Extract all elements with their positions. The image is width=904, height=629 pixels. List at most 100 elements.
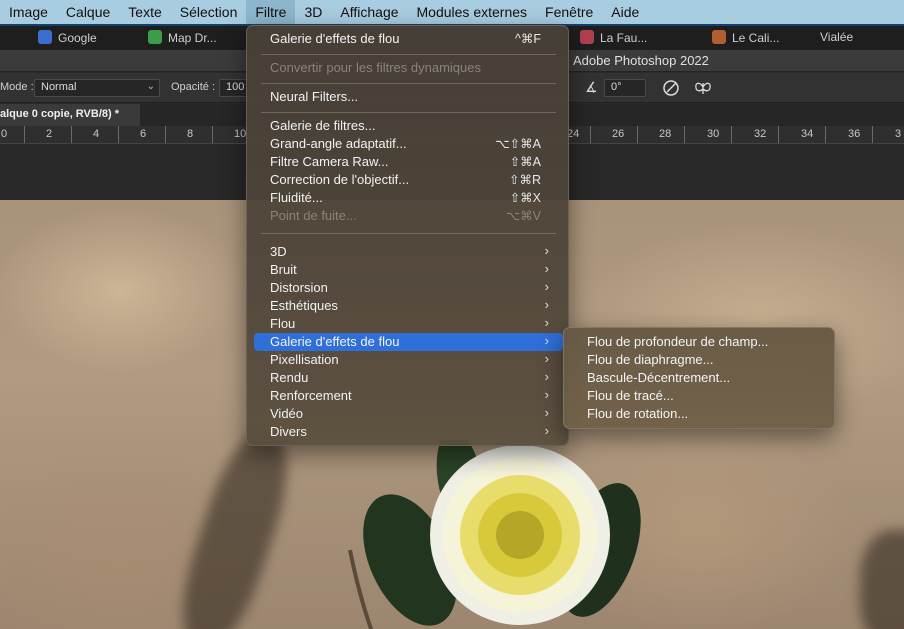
- tab-vialee[interactable]: Vialée: [820, 30, 853, 44]
- tab-map[interactable]: Map Dr...: [148, 30, 217, 45]
- submenu-item-label: Flou de diaphragme...: [587, 352, 714, 367]
- mode-label: Mode :: [0, 81, 34, 93]
- menu-item-shortcut: ⇧⌘R: [508, 173, 541, 187]
- menu-item-video[interactable]: Vidéo ›: [254, 405, 563, 423]
- ruler-tick: 8: [187, 128, 194, 140]
- submenu-item-flou-rotation[interactable]: Flou de rotation...: [572, 405, 828, 423]
- menu-item-neural-filters[interactable]: Neural Filters...: [254, 88, 563, 106]
- menu-item-galerie-effets-flou-last[interactable]: Galerie d'effets de flou ^⌘F: [254, 30, 563, 48]
- menu-item-camera-raw[interactable]: Filtre Camera Raw... ⇧⌘A: [254, 153, 563, 171]
- ruler-tick: 3: [895, 128, 902, 140]
- ruler-tick: 26: [612, 128, 625, 140]
- chevron-right-icon: ›: [544, 405, 549, 420]
- submenu-item-flou-profondeur-champ[interactable]: Flou de profondeur de champ...: [572, 333, 828, 351]
- butterfly-icon[interactable]: [693, 78, 713, 98]
- tab-le-cali[interactable]: Le Cali...: [712, 30, 779, 45]
- menu-filtre[interactable]: Filtre: [246, 0, 296, 24]
- submenu-item-bascule-decentrement[interactable]: Bascule-Décentrement...: [572, 369, 828, 387]
- menu-bar: Image Calque Texte Sélection Filtre 3D A…: [0, 0, 904, 24]
- menu-item-label: Point de fuite...: [270, 208, 357, 223]
- menu-item-label: Flou: [270, 316, 296, 331]
- chevron-right-icon: ›: [544, 261, 549, 276]
- submenu-item-label: Flou de profondeur de champ...: [587, 334, 769, 349]
- menu-item-label: Pixellisation: [270, 352, 339, 367]
- document-tab[interactable]: alque 0 copie, RVB/8) *: [0, 104, 140, 126]
- menu-item-pixellisation[interactable]: Pixellisation ›: [254, 351, 563, 369]
- menu-item-esthetiques[interactable]: Esthétiques ›: [254, 297, 563, 315]
- menu-item-shortcut: ⇧⌘A: [509, 155, 541, 169]
- menu-item-fluidite[interactable]: Fluidité... ⇧⌘X: [254, 189, 563, 207]
- menu-item-label: Esthétiques: [270, 298, 338, 313]
- menu-item-label: Galerie de filtres...: [270, 118, 376, 133]
- target-icon[interactable]: [661, 78, 681, 98]
- menu-item-label: Bruit: [270, 262, 297, 277]
- menu-item-flou[interactable]: Flou ›: [254, 315, 563, 333]
- tab-la-fau[interactable]: La Fau...: [580, 30, 647, 45]
- menu-item-label: 3D: [270, 244, 287, 259]
- ruler-tick: 2: [46, 128, 53, 140]
- galerie-effets-flou-submenu: Flou de profondeur de champ... Flou de d…: [563, 327, 835, 429]
- submenu-item-flou-diaphragme[interactable]: Flou de diaphragme...: [572, 351, 828, 369]
- tab-label: Google: [58, 31, 97, 45]
- menu-image[interactable]: Image: [0, 0, 57, 24]
- menu-item-label: Grand-angle adaptatif...: [270, 136, 407, 151]
- ruler-tick: 6: [140, 128, 147, 140]
- menu-item-distorsion[interactable]: Distorsion ›: [254, 279, 563, 297]
- menu-item-label: Galerie d'effets de flou: [270, 334, 400, 349]
- menu-fenetre[interactable]: Fenêtre: [536, 0, 602, 24]
- mode-value: Normal: [41, 81, 77, 93]
- menu-calque[interactable]: Calque: [57, 0, 119, 24]
- submenu-item-label: Flou de rotation...: [587, 406, 689, 421]
- site-icon: [712, 30, 726, 44]
- tab-label: La Fau...: [600, 31, 648, 45]
- menu-item-convertir-filtres-dynamiques: Convertir pour les filtres dynamiques: [254, 59, 563, 77]
- menu-item-label: Renforcement: [270, 388, 352, 403]
- menu-aide[interactable]: Aide: [602, 0, 648, 24]
- submenu-item-flou-trace[interactable]: Flou de tracé...: [572, 387, 828, 405]
- menu-item-correction-objectif[interactable]: Correction de l'objectif... ⇧⌘R: [254, 171, 563, 189]
- menu-item-label: Neural Filters...: [270, 89, 359, 104]
- angle-field[interactable]: 0°: [604, 79, 646, 97]
- chevron-right-icon: ›: [544, 297, 549, 312]
- menu-item-shortcut: ^⌘F: [514, 32, 541, 46]
- menu-item-grand-angle[interactable]: Grand-angle adaptatif... ⌥⇧⌘A: [254, 135, 563, 153]
- menu-item-divers[interactable]: Divers ›: [254, 423, 563, 441]
- chevron-right-icon: ›: [544, 279, 549, 294]
- menu-selection[interactable]: Sélection: [171, 0, 247, 24]
- site-icon: [580, 30, 594, 44]
- mode-select[interactable]: Normal ⌄: [34, 79, 160, 97]
- menu-item-bruit[interactable]: Bruit ›: [254, 261, 563, 279]
- menu-item-label: Filtre Camera Raw...: [270, 154, 389, 169]
- tab-label: Le Cali...: [732, 31, 780, 45]
- ruler-tick: 32: [754, 128, 767, 140]
- tab-label: Vialée: [820, 30, 854, 44]
- ruler-tick: 0: [1, 128, 8, 140]
- menu-item-renforcement[interactable]: Renforcement ›: [254, 387, 563, 405]
- chevron-right-icon: ›: [544, 243, 549, 258]
- menu-item-3d[interactable]: 3D ›: [254, 243, 563, 261]
- menu-3d[interactable]: 3D: [295, 0, 331, 24]
- menu-item-rendu[interactable]: Rendu ›: [254, 369, 563, 387]
- menu-affichage[interactable]: Affichage: [331, 0, 407, 24]
- menu-item-galerie-filtres[interactable]: Galerie de filtres...: [254, 117, 563, 135]
- flower-image: [348, 440, 641, 629]
- menu-item-label: Rendu: [270, 370, 309, 385]
- menu-item-galerie-effets-flou[interactable]: Galerie d'effets de flou ›: [254, 333, 563, 351]
- chevron-right-icon: ›: [544, 315, 549, 330]
- menu-item-label: Galerie d'effets de flou: [270, 31, 400, 46]
- menu-item-point-de-fuite: Point de fuite... ⌥⌘V: [254, 207, 563, 225]
- menu-item-shortcut: ⇧⌘X: [509, 191, 541, 205]
- ruler-tick: 28: [659, 128, 672, 140]
- menu-item-label: Correction de l'objectif...: [270, 172, 410, 187]
- tab-label: Map Dr...: [168, 31, 217, 45]
- menu-item-label: Fluidité...: [270, 190, 323, 205]
- menu-texte[interactable]: Texte: [119, 0, 170, 24]
- menu-item-shortcut: ⌥⇧⌘A: [495, 137, 541, 151]
- tab-google[interactable]: Google: [38, 30, 97, 45]
- app-title: Adobe Photoshop 2022: [573, 53, 709, 68]
- menu-item-label: Vidéo: [270, 406, 304, 421]
- ruler-tick: 30: [707, 128, 720, 140]
- ruler-tick: 36: [848, 128, 861, 140]
- menu-modules-externes[interactable]: Modules externes: [408, 0, 537, 24]
- ruler-tick: 34: [801, 128, 814, 140]
